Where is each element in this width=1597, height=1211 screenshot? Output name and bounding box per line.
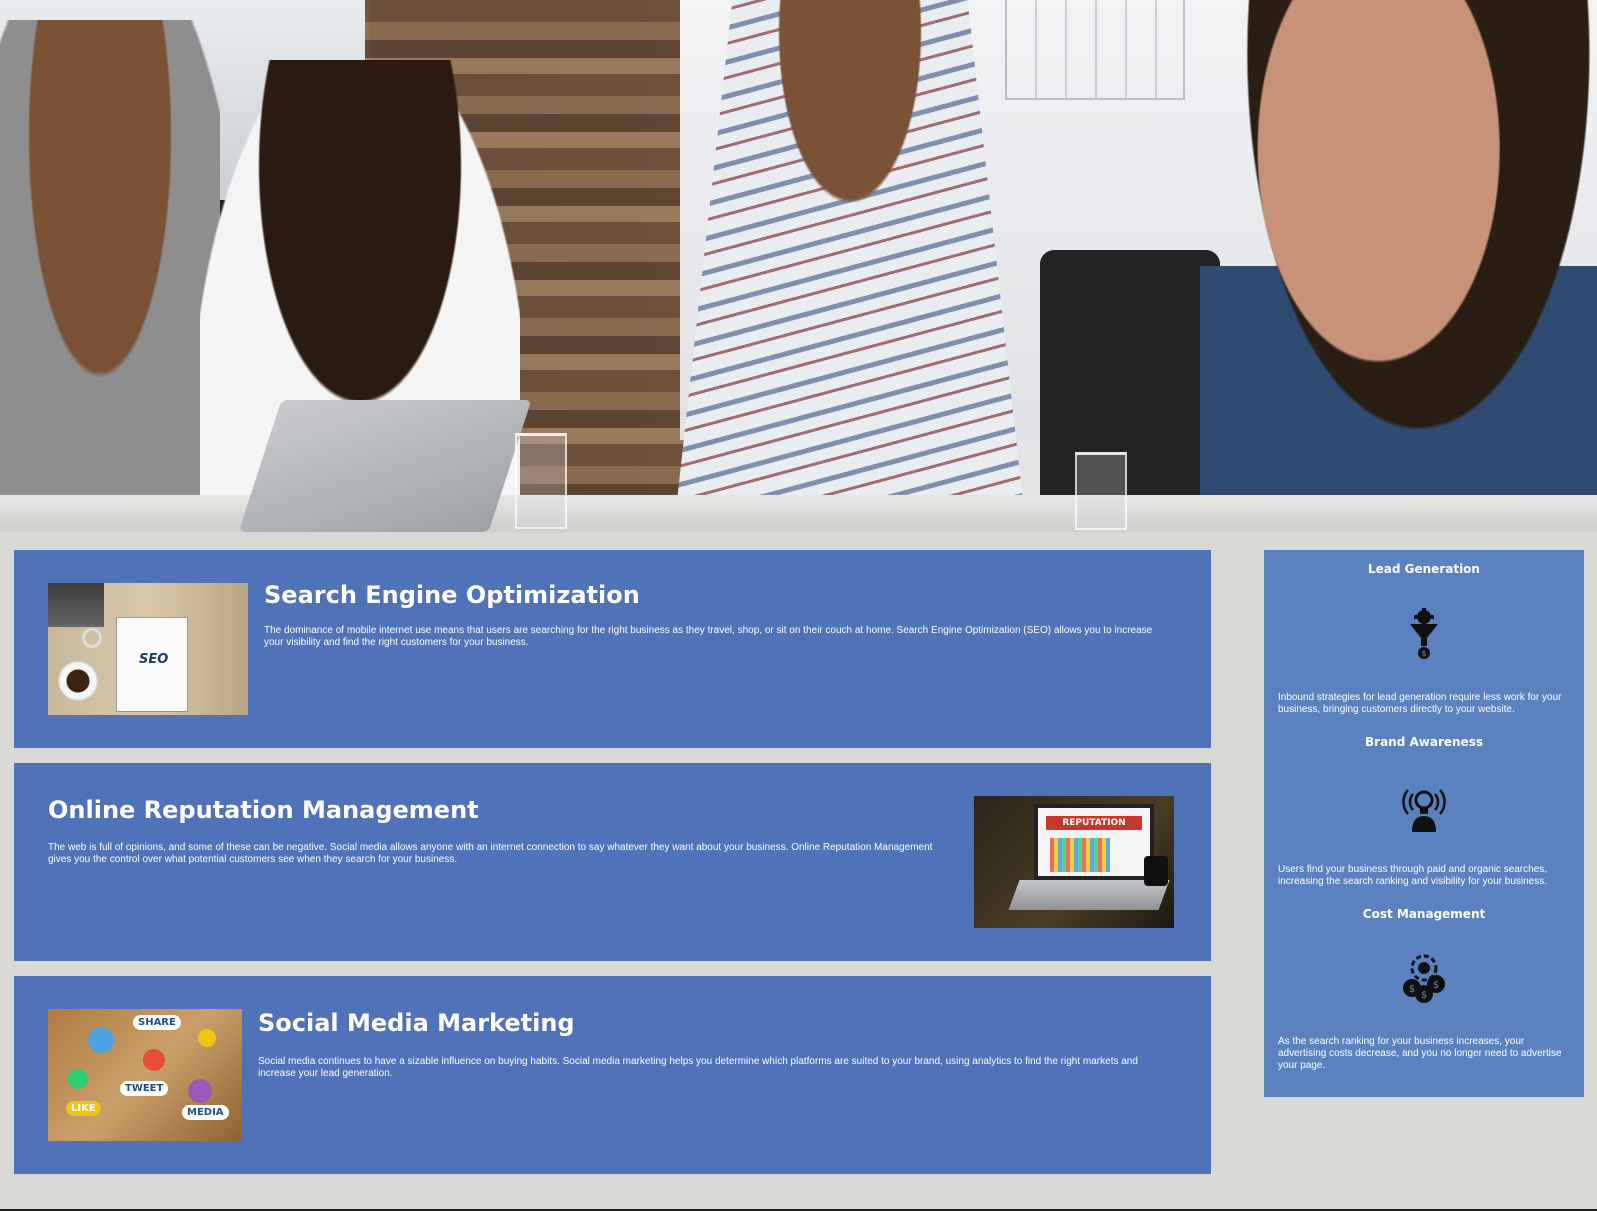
bubble-icon [88,1027,114,1053]
reputation-image: REPUTATION [974,796,1174,928]
benefit-title-brand-awareness: Brand Awareness [1365,735,1483,749]
benefit-text: Users find your business through paid an… [1278,864,1548,887]
hero-image [0,0,1597,532]
service-panel-smm: SHARE TWEET LIKE MEDIA Social Media Mark… [14,976,1211,1174]
service-panel-seo: SEO Search Engine Optimization The domin… [14,550,1211,748]
hero-chair [1040,250,1220,520]
reputation-banner: REPUTATION [1046,816,1142,830]
service-panel-orm: Online Reputation Management The web is … [14,763,1211,961]
money-gear-icon: $ $ $ [1400,952,1448,1004]
seo-image: SEO [48,583,248,715]
hero-laptop [238,400,532,532]
bubble-icon [188,1079,212,1103]
svg-text:$: $ [1421,649,1426,658]
laptop-icon: REPUTATION [1034,804,1154,880]
tweet-tag: TWEET [120,1081,169,1096]
service-title: Online Reputation Management [48,796,479,824]
funnel-icon: $ [1400,608,1448,660]
seo-notebook-label: SEO [139,652,169,667]
hero-person [1200,0,1597,532]
social-media-image: SHARE TWEET LIKE MEDIA [48,1009,242,1141]
hero-glass [515,433,567,529]
hero-person [0,20,220,532]
benefit-title-lead-generation: Lead Generation [1368,562,1480,576]
laptop-icon [48,583,104,627]
bubble-icon [198,1029,216,1047]
coffee-cup-icon [58,661,98,701]
mug-icon [1144,856,1168,886]
service-title: Social Media Marketing [258,1009,575,1037]
svg-text:$: $ [1409,984,1415,995]
service-description: Social media continues to have a sizable… [258,1056,1138,1079]
hero-glass [1075,452,1127,530]
share-tag: SHARE [133,1015,181,1030]
lightbulb-person-icon [1400,780,1448,832]
benefits-sidebar: Lead Generation $ Inbound strategies for… [1264,550,1584,1097]
bubble-icon [68,1069,88,1089]
benefit-text: As the search ranking for your business … [1278,1036,1562,1071]
benefit-text: Inbound strategies for lead generation r… [1278,692,1562,715]
like-tag: LIKE [66,1101,101,1116]
hero-wireframe-sketch [1005,0,1185,100]
service-title: Search Engine Optimization [264,581,640,609]
service-description: The dominance of mobile internet use mea… [264,625,1153,648]
svg-text:$: $ [1421,990,1427,1001]
svg-text:$: $ [1433,980,1439,991]
service-description: The web is full of opinions, and some of… [48,842,933,865]
magnifier-icon [82,628,102,648]
bar-chart-icon [1050,838,1110,872]
bubble-icon [143,1049,165,1071]
benefit-title-cost-management: Cost Management [1362,907,1486,921]
media-tag: MEDIA [182,1105,229,1120]
notebook-icon: SEO [116,617,188,712]
